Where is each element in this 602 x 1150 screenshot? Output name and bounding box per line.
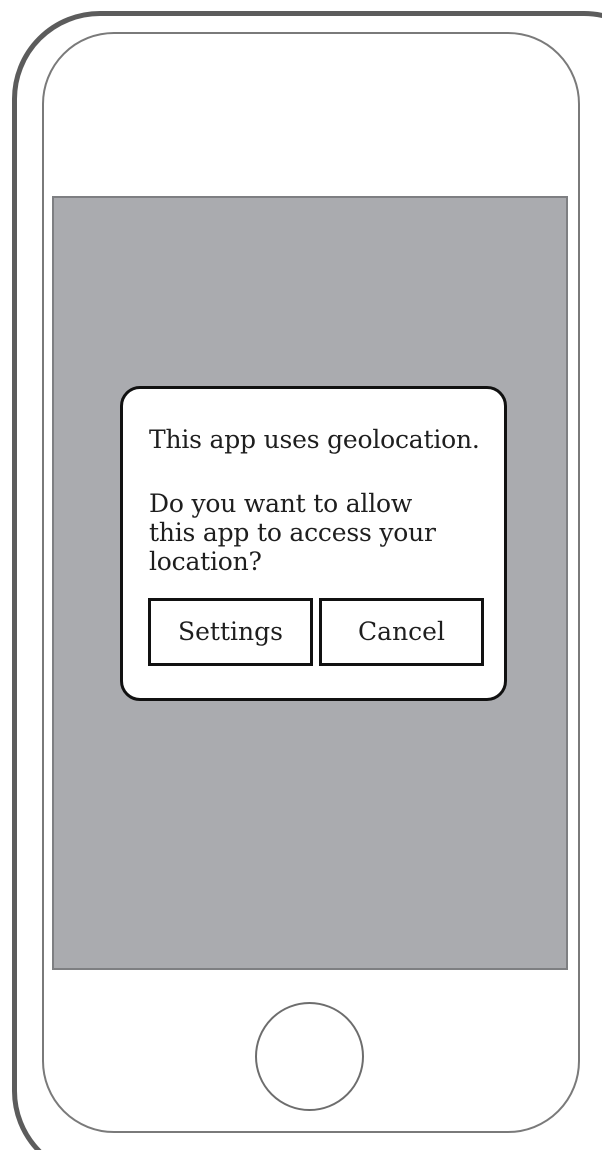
geolocation-permission-dialog: This app uses geolocation. Do you want t… <box>120 386 507 701</box>
dialog-title: This app uses geolocation. <box>149 425 480 454</box>
dialog-message: Do you want to allow this app to access … <box>149 489 436 576</box>
cancel-button[interactable]: Cancel <box>319 598 484 666</box>
settings-button[interactable]: Settings <box>148 598 313 666</box>
home-button[interactable] <box>255 1002 364 1111</box>
phone-mockup-canvas: This app uses geolocation. Do you want t… <box>0 0 602 1150</box>
